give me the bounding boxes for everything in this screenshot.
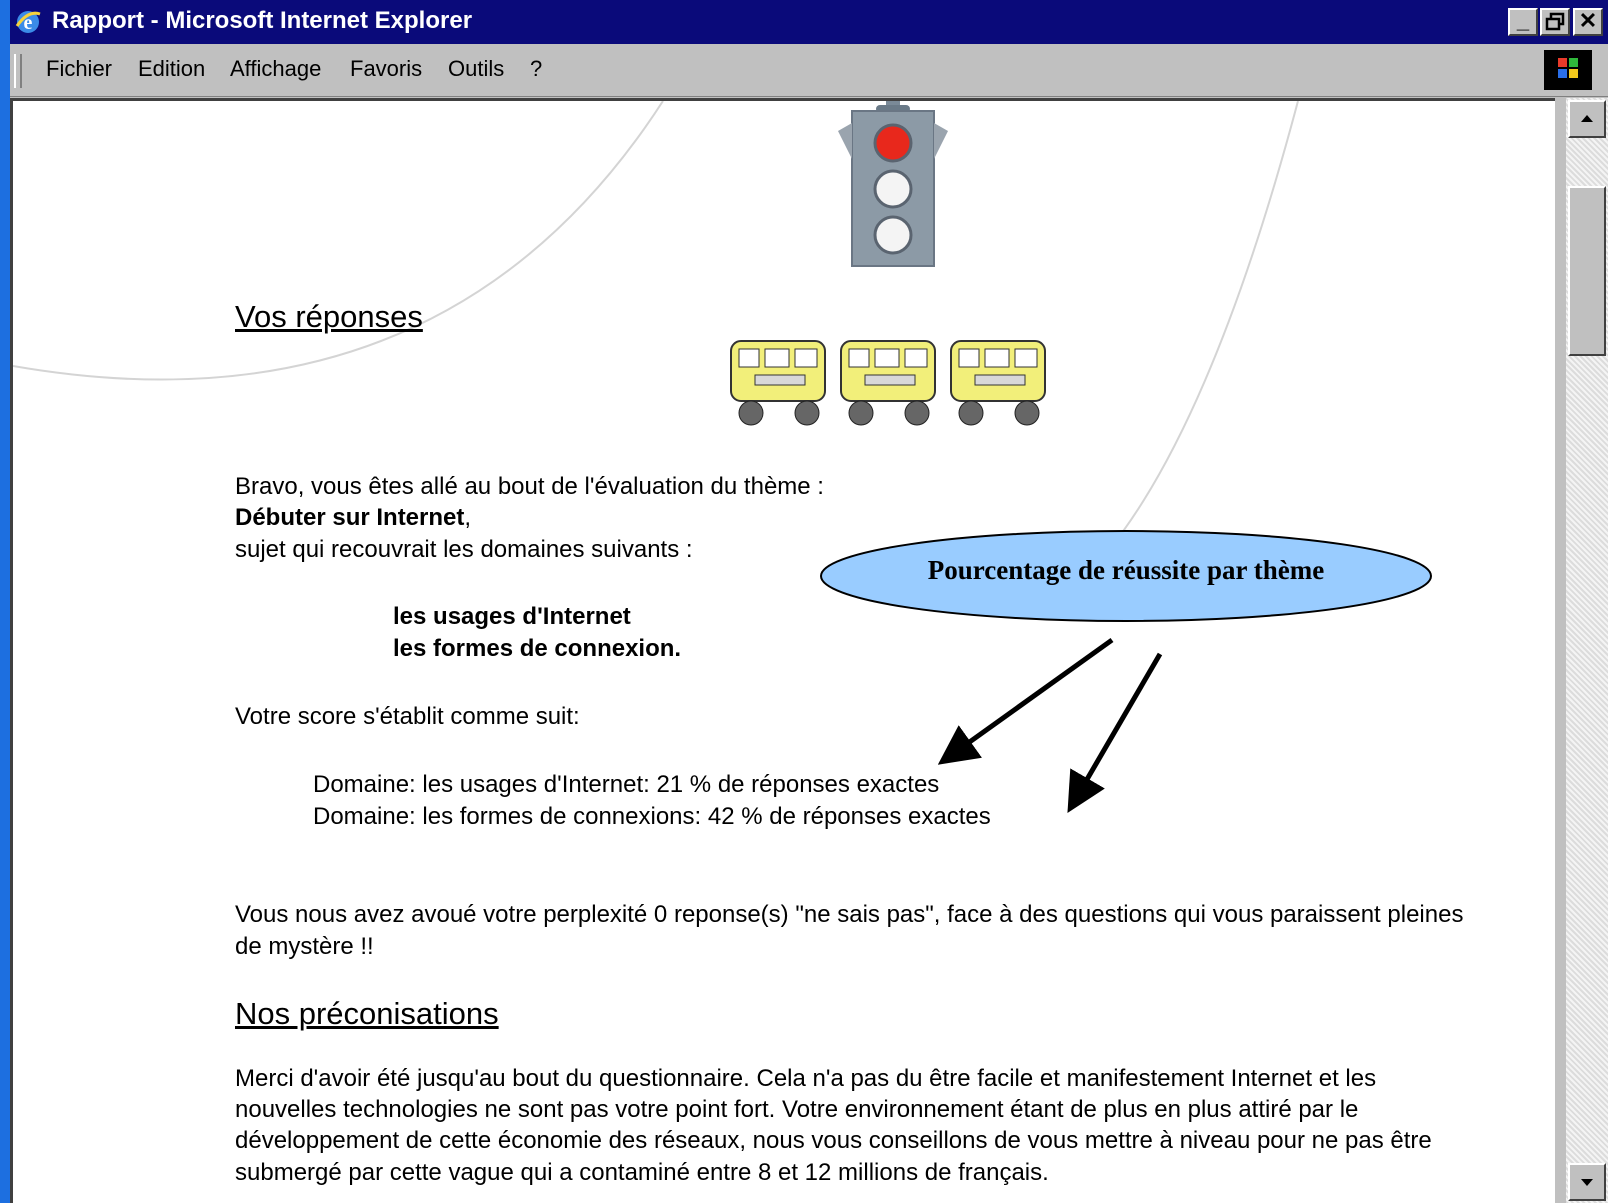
score-line-connexions: Domaine: les formes de connexions: 42 % … [313,803,991,830]
intro-line3: sujet qui recouvrait les domaines suivan… [235,536,693,563]
minimize-button[interactable]: _ [1508,8,1538,36]
scroll-up-button[interactable] [1568,100,1606,138]
callout-text: Pourcentage de réussite par thème [927,555,1325,585]
domain-2: les formes de connexion. [393,635,682,662]
windows-logo-icon [1544,50,1592,90]
menu-edition[interactable]: Edition [138,56,205,82]
menu-affichage[interactable]: Affichage [230,56,321,82]
heading-recommendations: Nos préconisations [235,996,499,1031]
restore-icon [1545,12,1565,31]
intro-line1: Bravo, vous êtes allé au bout de l'évalu… [235,473,824,500]
perplexity-line2: de mystère !! [235,933,374,960]
scroll-down-button[interactable] [1568,1163,1606,1201]
menu-help[interactable]: ? [530,56,542,82]
theme-name: Débuter sur Internet [235,504,465,531]
reco-line4: submergé par cette vague qui a contaminé… [235,1159,1049,1186]
menu-bar: Fichier Edition Affichage Favoris Outils… [10,44,1608,97]
reco-line1: Merci d'avoir été jusqu'au bout du quest… [235,1065,1377,1092]
theme-name-line: Débuter sur Internet, [235,504,471,532]
page-content: Vos réponses Bravo, vous êtes allé au bo… [10,98,1555,1203]
perplexity-line1: Vous nous avez avoué votre perplexité 0 … [235,901,1464,928]
menu-grip[interactable] [14,54,22,88]
close-button[interactable]: ✕ [1573,8,1603,36]
minimize-icon: _ [1516,8,1530,33]
menu-favoris[interactable]: Favoris [350,56,422,82]
background-arcs [13,101,1299,552]
close-icon: ✕ [1578,8,1598,33]
arrow-up-icon [1581,115,1593,122]
reco-line3: développement de cette économie des rése… [235,1127,1432,1154]
menu-fichier[interactable]: Fichier [46,56,112,82]
heading-responses: Vos réponses [235,299,423,334]
reco-line2: nouvelles technologies ne sont pas votre… [235,1096,1359,1123]
school-buses-image [730,340,1046,426]
vertical-scrollbar[interactable] [1566,98,1608,1203]
traffic-light-icon [838,101,948,267]
window-title: Rapport - Microsoft Internet Explorer [52,7,473,34]
menu-outils[interactable]: Outils [448,56,504,82]
internet-explorer-icon: e [15,11,41,34]
maximize-button[interactable] [1540,8,1570,36]
scroll-thumb[interactable] [1568,186,1606,356]
title-bar[interactable]: e Rapport - Microsoft Internet Explorer … [10,0,1608,44]
domain-1: les usages d'Internet [393,603,631,630]
score-line-usages: Domaine: les usages d'Internet: 21 % de … [313,771,940,798]
arrow-down-icon [1581,1179,1593,1186]
theme-suffix: , [464,504,472,531]
score-intro: Votre score s'établit comme suit: [235,703,580,730]
